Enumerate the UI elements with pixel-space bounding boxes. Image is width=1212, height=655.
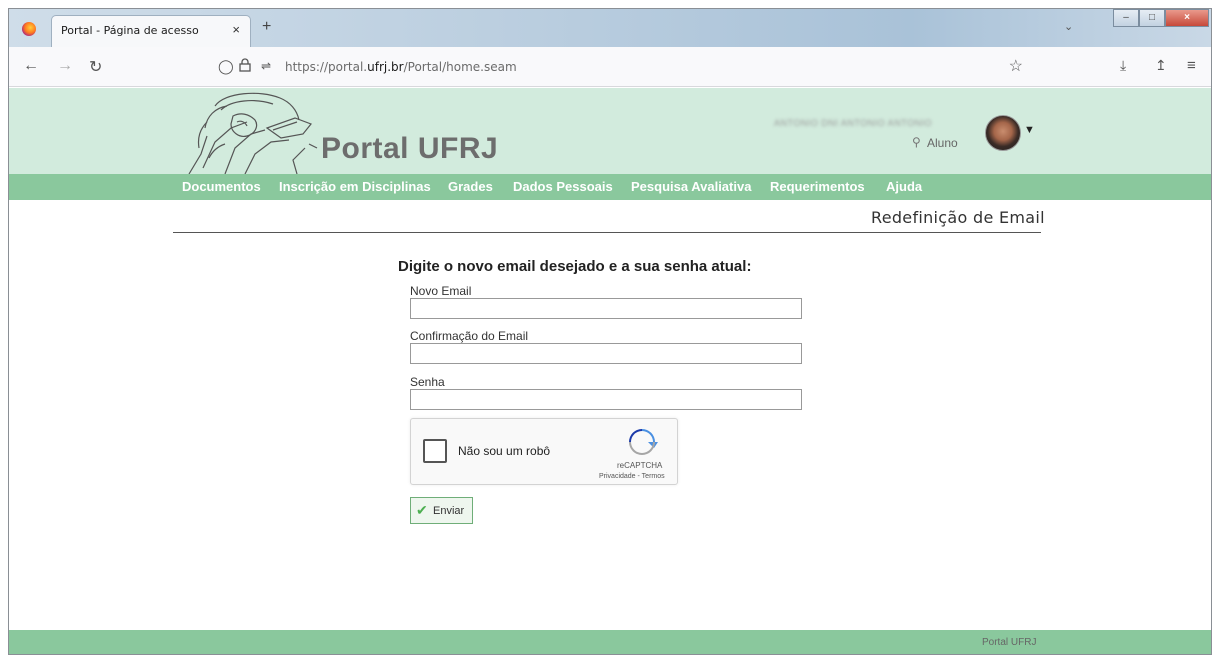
new-email-label: Novo Email [410,284,472,298]
user-name: ANTONIO DNI ANTONIO ANTONIO [774,118,933,128]
browser-titlebar: Portal - Página de acesso × + ⌄ – □ × [9,9,1211,47]
recaptcha-brand: reCAPTCHA [617,461,663,470]
checkmark-icon: ✔ [416,502,428,518]
recaptcha-checkbox[interactable] [423,439,447,463]
menu-item-ajuda[interactable]: Ajuda [886,179,922,194]
menu-item-grades[interactable]: Grades [448,179,493,194]
portal-title: Portal UFRJ [321,132,499,165]
browser-tab[interactable]: Portal - Página de acesso × [51,15,251,47]
confirm-email-field[interactable] [410,343,802,364]
avatar[interactable] [985,115,1021,151]
maximize-icon[interactable]: □ [1139,9,1165,27]
tab-title: Portal - Página de acesso [61,24,199,37]
minimize-icon[interactable]: – [1113,9,1139,27]
menu-item-pesquisa[interactable]: Pesquisa Avaliativa [631,179,751,194]
form-heading: Digite o novo email desejado e a sua sen… [398,258,752,275]
window-controls: – □ × [1113,9,1209,27]
ufrj-minerva-logo [188,92,318,174]
section-divider [173,232,1041,233]
tab-list-chevron-icon[interactable]: ⌄ [1064,20,1073,33]
new-email-field[interactable] [410,298,802,319]
download-icon[interactable]: ⤓ [1120,57,1126,74]
url-text[interactable]: https://portal.ufrj.br/Portal/home.seam [285,60,517,74]
close-window-icon[interactable]: × [1165,9,1209,27]
user-role: Aluno [927,136,958,150]
submit-label: Enviar [433,505,465,517]
forward-arrow-icon[interactable]: → [57,57,73,75]
permissions-icon[interactable]: ⇌ [261,59,271,73]
browser-window: Portal - Página de acesso × + ⌄ – □ × ← … [8,8,1212,655]
user-icon: ⚲ [912,135,921,149]
caret-down-icon[interactable]: ▼ [1024,124,1035,136]
menu-item-dados-pessoais[interactable]: Dados Pessoais [513,179,613,194]
url-bar[interactable]: ◯ ⇌ https://portal.ufrj.br/Portal/home.s… [209,53,1029,81]
password-label: Senha [410,375,445,389]
back-arrow-icon[interactable]: ← [23,57,39,75]
footer-text: Portal UFRJ [982,637,1037,648]
browser-toolbar: ← → ↻ ◯ ⇌ https://portal.ufrj.br/Portal/… [9,47,1211,87]
portal-header: Portal UFRJ ANTONIO DNI ANTONIO ANTONIO … [9,88,1211,174]
password-field[interactable] [410,389,802,410]
star-icon[interactable]: ☆ [1009,56,1023,76]
menu-item-inscricao[interactable]: Inscrição em Disciplinas [279,179,431,194]
section-title: Redefinição de Email [871,208,1045,227]
reload-icon[interactable]: ↻ [89,57,102,77]
main-menu: Documentos Inscrição em Disciplinas Grad… [9,174,1211,200]
recaptcha-widget: Não sou um robô reCAPTCHA Privacidade - … [410,418,678,485]
firefox-logo-icon [22,22,36,36]
menu-item-requerimentos[interactable]: Requerimentos [770,179,865,194]
lock-icon[interactable] [239,58,251,75]
recaptcha-label: Não sou um robô [458,444,551,458]
shield-icon[interactable]: ◯ [218,58,234,75]
recaptcha-links[interactable]: Privacidade - Termos [599,473,665,480]
menu-item-documentos[interactable]: Documentos [182,179,261,194]
submit-button[interactable]: ✔ Enviar [410,497,473,524]
tab-close-icon[interactable]: × [232,22,240,37]
main-content: Redefinição de Email Digite o novo email… [9,200,1211,630]
new-tab-icon[interactable]: + [262,18,271,36]
page-footer: Portal UFRJ [9,630,1211,654]
share-icon[interactable]: ↥ [1155,57,1167,74]
menu-icon[interactable]: ≡ [1187,57,1196,74]
confirm-email-label: Confirmação do Email [410,329,529,343]
recaptcha-logo-icon [629,429,658,455]
